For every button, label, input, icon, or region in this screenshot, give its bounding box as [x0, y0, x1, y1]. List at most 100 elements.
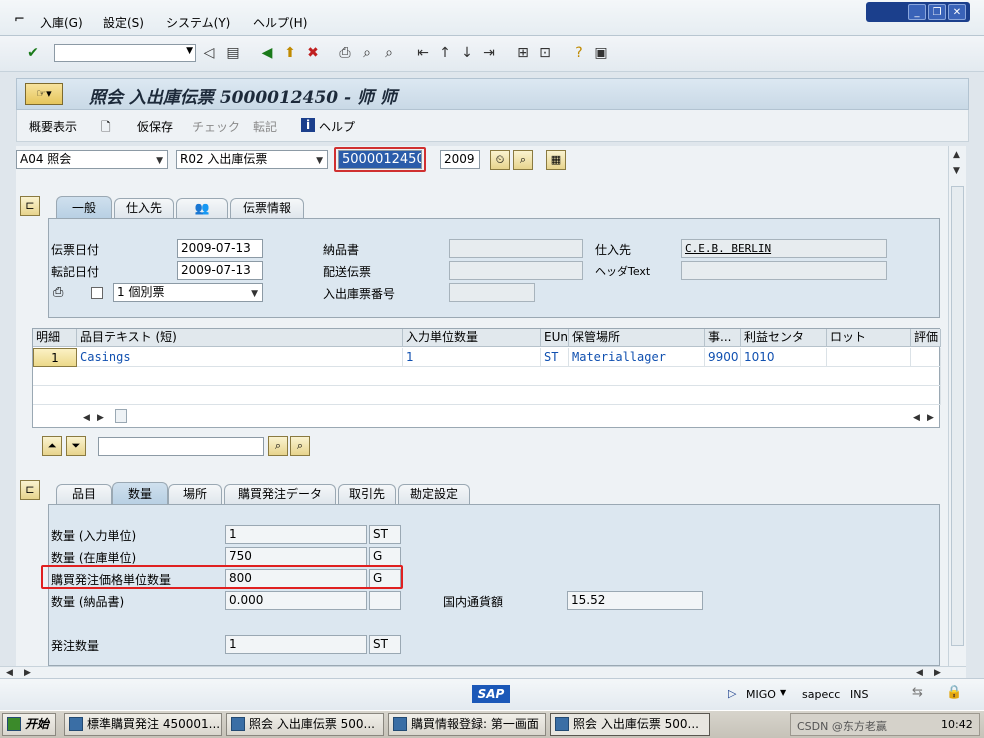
execute-icon[interactable]: ⏲	[490, 150, 510, 170]
item-find-next-icon[interactable]: ⌕	[290, 436, 310, 456]
vertical-scrollbar[interactable]: ▲ ▼	[948, 146, 966, 666]
save-icon[interactable]: ▤	[224, 44, 242, 62]
taskbar-item[interactable]: 購買情報登録: 第一画面	[388, 713, 546, 736]
col-header-eun[interactable]: EUn	[541, 329, 569, 347]
qty-delivery-unit[interactable]	[369, 591, 401, 610]
tab-general[interactable]: 一般	[56, 196, 112, 219]
table-cell-sloc[interactable]: Materiallager	[569, 348, 705, 367]
vendor-field[interactable]: C.E.B. BERLIN	[681, 239, 887, 258]
col-header-batch[interactable]: ロット	[827, 329, 911, 347]
scroll-right-icon[interactable]: ▶	[927, 413, 934, 423]
last-page-icon[interactable]: ⇥	[480, 44, 498, 62]
action-select[interactable]: A04 照会 ▼	[16, 150, 168, 169]
order-qty-field[interactable]: 1	[225, 635, 367, 654]
scroll-right-icon[interactable]: ▶	[934, 668, 941, 678]
collapse-detail-icon[interactable]: ⊏	[20, 480, 40, 500]
start-button[interactable]: 开始	[2, 713, 56, 736]
tab-doc-info[interactable]: 伝票情報	[230, 198, 304, 218]
delivery-note-field[interactable]	[449, 239, 583, 258]
layout-grid-icon[interactable]: ▦	[546, 150, 566, 170]
slip-select[interactable]: 1 個別票 ▼	[113, 283, 263, 302]
screen-menu-icon[interactable]: ☞▾	[25, 83, 63, 105]
scroll-right-icon[interactable]: ▶	[97, 413, 104, 423]
help-button[interactable]: ヘルプ	[319, 118, 355, 135]
status-tcode[interactable]: MIGO	[746, 688, 776, 701]
find-icon[interactable]: ⌕	[358, 44, 376, 62]
back-nav-icon[interactable]: ◁	[200, 44, 218, 62]
col-header-text[interactable]: 品目テキスト (短)	[77, 329, 403, 347]
tab-po-data[interactable]: 購買発注データ	[224, 484, 336, 504]
table-cell-qty[interactable]: 1	[403, 348, 541, 367]
menu-settings[interactable]: 設定(S)	[103, 14, 144, 31]
item-find-icon[interactable]: ⌕	[268, 436, 288, 456]
tab-vendor[interactable]: 仕入先	[114, 198, 174, 218]
scrollbar-thumb[interactable]	[951, 186, 964, 646]
doc-date-field[interactable]: 2009-07-13	[177, 239, 263, 258]
qty-stock-field[interactable]: 750	[225, 547, 367, 566]
post-button[interactable]: 転記	[253, 118, 277, 135]
collapse-header-icon[interactable]: ⊏	[20, 196, 40, 216]
taskbar-item[interactable]: 照会 入出庫伝票 500...	[226, 713, 384, 736]
menu-system[interactable]: システム(Y)	[166, 14, 230, 31]
info-icon[interactable]: i	[301, 118, 315, 132]
tab-account[interactable]: 勘定設定	[398, 484, 470, 504]
back-icon[interactable]: ◀	[258, 44, 276, 62]
print-icon[interactable]: ⎙	[336, 44, 354, 62]
print-checkbox[interactable]	[91, 287, 103, 299]
order-qty-unit[interactable]: ST	[369, 635, 401, 654]
qty-entry-field[interactable]: 1	[225, 525, 367, 544]
scroll-left-icon[interactable]: ◀	[6, 668, 13, 678]
menu-icon[interactable]: ⌐	[14, 12, 25, 27]
document-icon[interactable]: 🗋	[101, 118, 111, 139]
enter-icon[interactable]: ✔	[24, 44, 42, 62]
col-header-val[interactable]: 評価	[911, 329, 941, 347]
table-cell-eun[interactable]: ST	[541, 348, 569, 367]
qty-entry-unit[interactable]: ST	[369, 525, 401, 544]
tab-partner[interactable]: 👥	[176, 198, 228, 218]
scroll-up-icon[interactable]: ▲	[953, 150, 960, 160]
horizontal-scrollbar-thumb[interactable]	[115, 409, 127, 423]
gr-slip-field[interactable]	[449, 283, 535, 302]
table-row-line[interactable]: 1	[33, 348, 77, 367]
item-down-icon[interactable]: ⏷	[66, 436, 86, 456]
status-expand-icon[interactable]: ▷	[728, 687, 736, 700]
minimize-button[interactable]: _	[908, 4, 926, 20]
table-cell-profit[interactable]: 1010	[741, 348, 827, 367]
close-button[interactable]: ✕	[948, 4, 966, 20]
tab-quantity[interactable]: 数量	[112, 482, 168, 505]
post-date-field[interactable]: 2009-07-13	[177, 261, 263, 280]
table-cell-bus[interactable]: 9900	[705, 348, 741, 367]
summary-button[interactable]: 概要表示	[29, 118, 77, 135]
prev-page-icon[interactable]: ↑	[436, 44, 454, 62]
find-next-icon[interactable]: ⌕	[380, 44, 398, 62]
status-mode[interactable]: INS	[850, 688, 868, 701]
tab-partner[interactable]: 取引先	[338, 484, 396, 504]
col-header-sloc[interactable]: 保管場所	[569, 329, 705, 347]
hold-button[interactable]: 仮保存	[137, 118, 173, 135]
table-cell-val[interactable]	[911, 348, 941, 367]
scroll-left-icon[interactable]: ◀	[916, 668, 923, 678]
menu-help[interactable]: ヘルプ(H)	[253, 14, 307, 31]
taskbar-item-active[interactable]: 照会 入出庫伝票 500...	[550, 713, 710, 736]
scroll-right-icon[interactable]: ▶	[24, 668, 31, 678]
find-doc-icon[interactable]: ⌕	[513, 150, 533, 170]
tab-where[interactable]: 場所	[168, 484, 222, 504]
first-page-icon[interactable]: ⇤	[414, 44, 432, 62]
lock-icon[interactable]: 🔒	[946, 685, 962, 700]
table-cell-batch[interactable]	[827, 348, 911, 367]
check-button[interactable]: チェック	[192, 118, 240, 135]
qty-stock-unit[interactable]: G	[369, 547, 401, 566]
lc-amount-field[interactable]: 15.52	[567, 591, 703, 610]
bill-of-lading-field[interactable]	[449, 261, 583, 280]
scroll-down-icon[interactable]: ▼	[953, 166, 960, 176]
col-header-profit[interactable]: 利益センタ	[741, 329, 827, 347]
command-field[interactable]: ▼	[54, 44, 196, 62]
shortcut-icon[interactable]: ⊡	[536, 44, 554, 62]
help-icon[interactable]: ?	[570, 44, 588, 62]
taskbar-item[interactable]: 標準購買発注 450001...	[64, 713, 222, 736]
col-header-line[interactable]: 明細	[33, 329, 77, 347]
item-top-icon[interactable]: ⏶	[42, 436, 62, 456]
table-cell-text[interactable]: Casings	[77, 348, 403, 367]
qty-delivery-field[interactable]: 0.000	[225, 591, 367, 610]
chevron-down-icon[interactable]: ▼	[780, 688, 786, 697]
